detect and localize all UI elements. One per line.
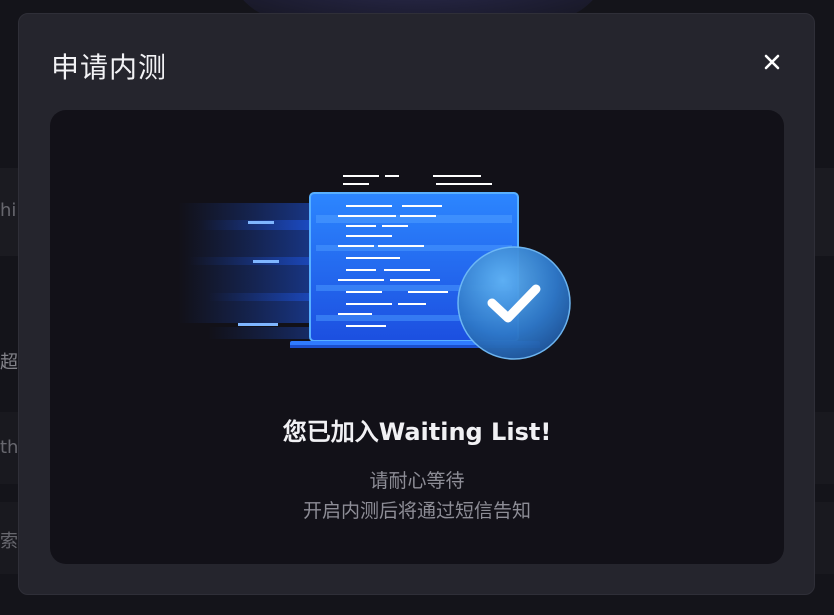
laptop-code-illustration <box>178 175 571 360</box>
dialog-title: 申请内测 <box>51 51 168 84</box>
beta-application-dialog: 申请内测 您已加入Waiting List! 请耐心等待 开启内测后将通过短信告… <box>18 13 815 595</box>
success-title: 您已加入Waiting List! <box>282 418 552 446</box>
page: hi 超 th 索 申请内测 您已加入Waiting List! 请耐心等待 开… <box>0 0 834 615</box>
success-panel: 您已加入Waiting List! 请耐心等待 开启内测后将通过短信告知 <box>50 110 784 564</box>
close-button[interactable] <box>760 50 784 74</box>
success-message-line1: 请耐心等待 <box>369 470 465 492</box>
close-icon <box>764 54 780 70</box>
success-message-line2: 开启内测后将通过短信告知 <box>302 500 531 522</box>
